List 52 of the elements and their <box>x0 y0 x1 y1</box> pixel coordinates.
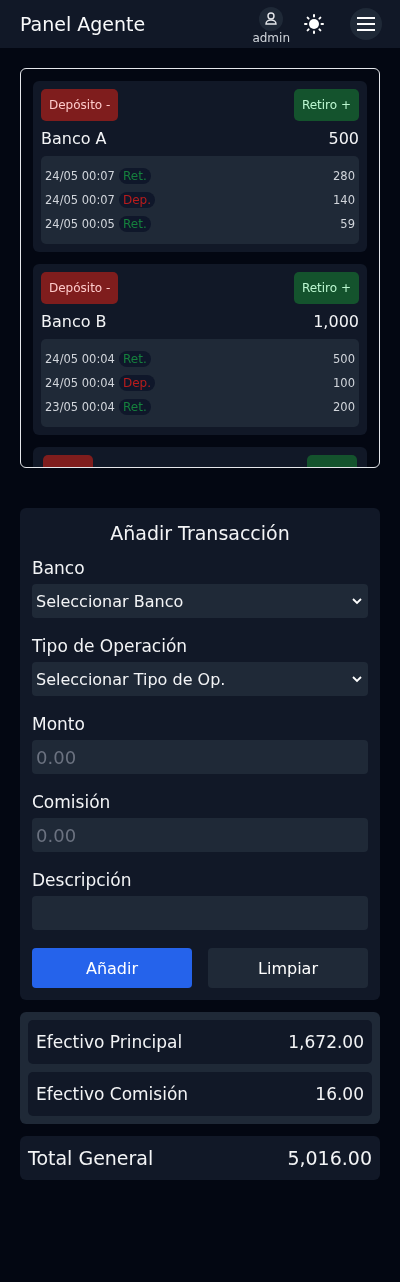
type-tag: Ret. <box>119 168 151 184</box>
bank-name: Banco A <box>41 129 107 148</box>
transaction-amount: 280 <box>333 169 355 183</box>
form-title: Añadir Transacción <box>109 522 291 544</box>
input-field[interactable]: 0.00 <box>32 818 368 852</box>
bank-balance: 500 <box>328 129 359 148</box>
user-icon[interactable] <box>259 7 284 31</box>
total-label: Total General <box>28 1147 154 1169</box>
clear-button[interactable]: Limpiar <box>208 948 368 988</box>
deposit-button[interactable]: Depósito - <box>41 89 119 121</box>
chevron-down-icon <box>352 675 362 683</box>
field-label: Monto <box>32 714 86 734</box>
transaction-time: 24/05 00:05 <box>45 217 116 231</box>
transaction-time: 24/05 00:07 <box>45 193 116 207</box>
input-field[interactable]: 0.00 <box>32 740 368 774</box>
transaction-amount: 100 <box>333 376 355 390</box>
field-label: Comisión <box>32 792 112 812</box>
select-field[interactable]: Seleccionar Tipo de Op. <box>32 662 368 696</box>
cash-value: 16.00 <box>315 1084 364 1104</box>
transaction-time: 24/05 00:04 <box>45 376 116 390</box>
select-field[interactable]: Seleccionar Banco <box>32 584 368 618</box>
app-title: Panel Agente <box>20 13 147 35</box>
add-button[interactable]: Añadir <box>32 948 192 988</box>
transaction-time: 24/05 00:07 <box>45 169 116 183</box>
type-tag: Ret. <box>119 351 151 367</box>
type-tag: Ret. <box>119 216 151 232</box>
transaction-amount: 140 <box>333 193 355 207</box>
cash-value: 1,672.00 <box>288 1032 364 1052</box>
transaction-amount: 59 <box>340 217 355 231</box>
bank-balance: 1,000 <box>313 312 359 331</box>
transaction-amount: 500 <box>333 352 355 366</box>
type-tag: Ret. <box>119 399 151 415</box>
withdraw-button[interactable]: Retiro + <box>293 89 359 121</box>
deposit-button[interactable]: Depósito - <box>41 272 119 304</box>
type-tag: Dep. <box>119 192 156 208</box>
transaction-time: 24/05 00:04 <box>45 352 116 366</box>
chevron-down-icon <box>352 597 362 605</box>
field-label: Banco <box>32 558 86 578</box>
cash-label: Efectivo Comisión <box>36 1084 189 1104</box>
transaction-amount: 200 <box>333 400 355 414</box>
menu-icon <box>357 16 375 32</box>
type-tag: Dep. <box>119 375 156 391</box>
cash-label: Efectivo Principal <box>36 1032 183 1052</box>
transaction-time: 23/05 00:04 <box>45 400 116 414</box>
field-label: Tipo de Operación <box>32 636 189 656</box>
menu-button[interactable] <box>350 8 382 40</box>
bank-name: Banco B <box>41 312 107 331</box>
withdraw-button[interactable]: Retiro + <box>293 272 359 304</box>
sun-icon[interactable] <box>304 14 324 34</box>
user-name: admin <box>252 31 290 45</box>
field-label: Descripción <box>32 870 133 890</box>
total-value: 5,016.00 <box>287 1147 372 1169</box>
